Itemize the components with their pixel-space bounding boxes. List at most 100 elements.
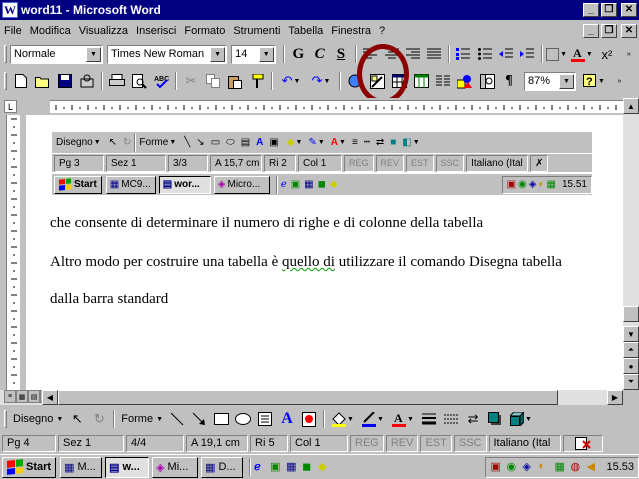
font-color-icon[interactable]: A ▼ — [567, 44, 596, 65]
tray-icon[interactable]: ◐ — [538, 460, 552, 474]
taskbar-button-word[interactable]: ▤ w... — [105, 456, 150, 478]
bold-button[interactable]: G — [288, 44, 309, 65]
format-painter-icon[interactable] — [246, 71, 268, 92]
toolbar-grip[interactable] — [4, 45, 7, 63]
copy-icon[interactable] — [202, 71, 224, 92]
quicklaunch-icon[interactable]: ◆ — [318, 460, 332, 474]
print-view-icon[interactable]: ▤ — [28, 390, 40, 403]
menu-visualizza[interactable]: Visualizza — [75, 25, 132, 37]
show-hide-icon[interactable]: ¶ — [498, 71, 520, 92]
dash-style-icon[interactable] — [440, 409, 462, 430]
line-style-icon[interactable] — [418, 409, 440, 430]
normal-view-icon[interactable]: ≡ — [4, 390, 16, 403]
tray-icon[interactable]: ▦ — [554, 460, 568, 474]
maximize-button[interactable]: ❐ — [601, 3, 617, 17]
menu-strumenti[interactable]: Strumenti — [229, 25, 284, 37]
scroll-up-icon[interactable]: ▲ — [623, 98, 639, 114]
paragraph[interactable]: dalla barra standard — [50, 291, 168, 308]
paragraph[interactable]: che consente di determinare il numero di… — [50, 215, 483, 232]
document-map-icon[interactable] — [476, 71, 498, 92]
paragraph[interactable]: Altro modo per costruire una tabella è q… — [50, 254, 562, 271]
autoshapes-menu-button[interactable]: Forme ▼ — [118, 409, 166, 430]
toolbar-grip[interactable] — [4, 72, 7, 90]
minimize-button[interactable]: _ — [583, 3, 599, 17]
chevron-down-icon[interactable]: ▼ — [210, 46, 226, 62]
tray-icon[interactable]: ◉ — [506, 460, 520, 474]
scroll-right-icon[interactable]: ▶ — [607, 390, 623, 405]
clipart-icon[interactable] — [298, 409, 320, 430]
doc-restore-button[interactable]: ❐ — [601, 23, 617, 38]
free-rotate-icon[interactable]: ↻ — [88, 409, 110, 430]
menu-modifica[interactable]: Modifica — [26, 25, 75, 37]
bullets-icon[interactable] — [474, 44, 495, 65]
drawing-icon[interactable] — [454, 71, 476, 92]
menu-formato[interactable]: Formato — [180, 25, 229, 37]
scroll-down-icon[interactable]: ▼ — [623, 326, 639, 342]
print-preview-icon[interactable] — [128, 71, 150, 92]
web-view-icon[interactable]: ▦ — [16, 390, 28, 403]
taskbar-button[interactable]: ▦ D... — [201, 456, 244, 478]
decrease-indent-icon[interactable] — [495, 44, 516, 65]
toolbar-grip[interactable] — [4, 410, 7, 428]
doc-close-button[interactable]: ✕ — [621, 23, 637, 38]
textbox-icon[interactable] — [254, 409, 276, 430]
menu-inserisci[interactable]: Inserisci — [132, 25, 180, 37]
arrow-style-icon[interactable]: ⇄ — [462, 409, 484, 430]
select-objects-icon[interactable]: ↖ — [66, 409, 88, 430]
superscript-icon[interactable]: x² — [596, 44, 617, 65]
ie-icon[interactable]: ℯ — [254, 460, 268, 474]
quicklaunch-icon[interactable]: ▦ — [286, 460, 300, 474]
ruler-track[interactable] — [50, 100, 639, 113]
menu-help[interactable]: ? — [375, 25, 389, 37]
chevron-down-icon[interactable]: ▼ — [258, 46, 274, 62]
doc-minimize-button[interactable]: _ — [583, 23, 599, 38]
font-combo[interactable]: Times New Roman ▼ — [106, 44, 228, 64]
vertical-ruler-track[interactable] — [6, 115, 20, 392]
menu-tabella[interactable]: Tabella — [284, 25, 327, 37]
draw-menu-button[interactable]: Disegno ▼ — [10, 409, 66, 430]
shadow-icon[interactable] — [484, 409, 506, 430]
line-color-icon[interactable]: ▼ — [358, 409, 388, 430]
oval-icon[interactable] — [232, 409, 254, 430]
start-button[interactable]: Start — [2, 456, 57, 478]
speaker-icon[interactable]: ◀ — [586, 460, 600, 474]
quicklaunch-icon[interactable]: ◼ — [302, 460, 316, 474]
menu-file[interactable]: File — [0, 25, 26, 37]
menu-finestra[interactable]: Finestra — [327, 25, 375, 37]
open-folder-icon[interactable] — [32, 71, 54, 92]
vertical-scrollbar[interactable]: ▲ ▼ ⏶ ● ⏷ — [623, 98, 639, 390]
help-icon[interactable]: ? ▼ — [580, 71, 608, 92]
permission-icon[interactable] — [76, 71, 98, 92]
browse-object-icon[interactable]: ● — [623, 358, 639, 374]
columns-icon[interactable] — [432, 71, 454, 92]
redo-icon[interactable]: ↷ ▼ — [306, 71, 336, 92]
scroll-left-icon[interactable]: ◀ — [42, 390, 58, 405]
taskbar-button[interactable]: ◈ Mi... — [152, 456, 199, 478]
rectangle-icon[interactable] — [210, 409, 232, 430]
quicklaunch-icon[interactable]: ▣ — [270, 460, 284, 474]
tray-icon[interactable]: ▣ — [490, 460, 504, 474]
tray-icon[interactable]: ◈ — [522, 460, 536, 474]
status-rec[interactable]: REG — [350, 434, 384, 452]
new-document-icon[interactable] — [10, 71, 32, 92]
paste-icon[interactable] — [224, 71, 246, 92]
close-button[interactable]: ✕ — [621, 3, 637, 17]
toolbar-options-icon[interactable]: » — [608, 71, 630, 92]
tab-selector-icon[interactable]: L — [4, 100, 17, 113]
chevron-down-icon[interactable]: ▼ — [85, 46, 101, 62]
cut-icon[interactable]: ✂ — [180, 71, 202, 92]
save-disk-icon[interactable] — [54, 71, 76, 92]
numbering-icon[interactable] — [453, 44, 474, 65]
horizontal-scrollbar[interactable]: ≡ ▦ ▤ ☰ ◀ ▶ — [0, 390, 623, 405]
font-size-combo[interactable]: 14 ▼ — [231, 44, 276, 64]
font-color-icon[interactable]: A ▼ — [388, 409, 418, 430]
status-rev[interactable]: REV — [385, 434, 419, 452]
wordart-icon[interactable]: A — [276, 409, 298, 430]
spelling-icon[interactable]: ABC — [150, 71, 172, 92]
fill-color-icon[interactable]: ▼ — [328, 409, 358, 430]
scroll-thumb[interactable] — [623, 306, 639, 322]
tray-icon[interactable]: ◍ — [570, 460, 584, 474]
underline-button[interactable]: S — [330, 44, 351, 65]
word-app-icon[interactable]: W — [2, 2, 18, 18]
previous-page-icon[interactable]: ⏶ — [623, 342, 639, 358]
